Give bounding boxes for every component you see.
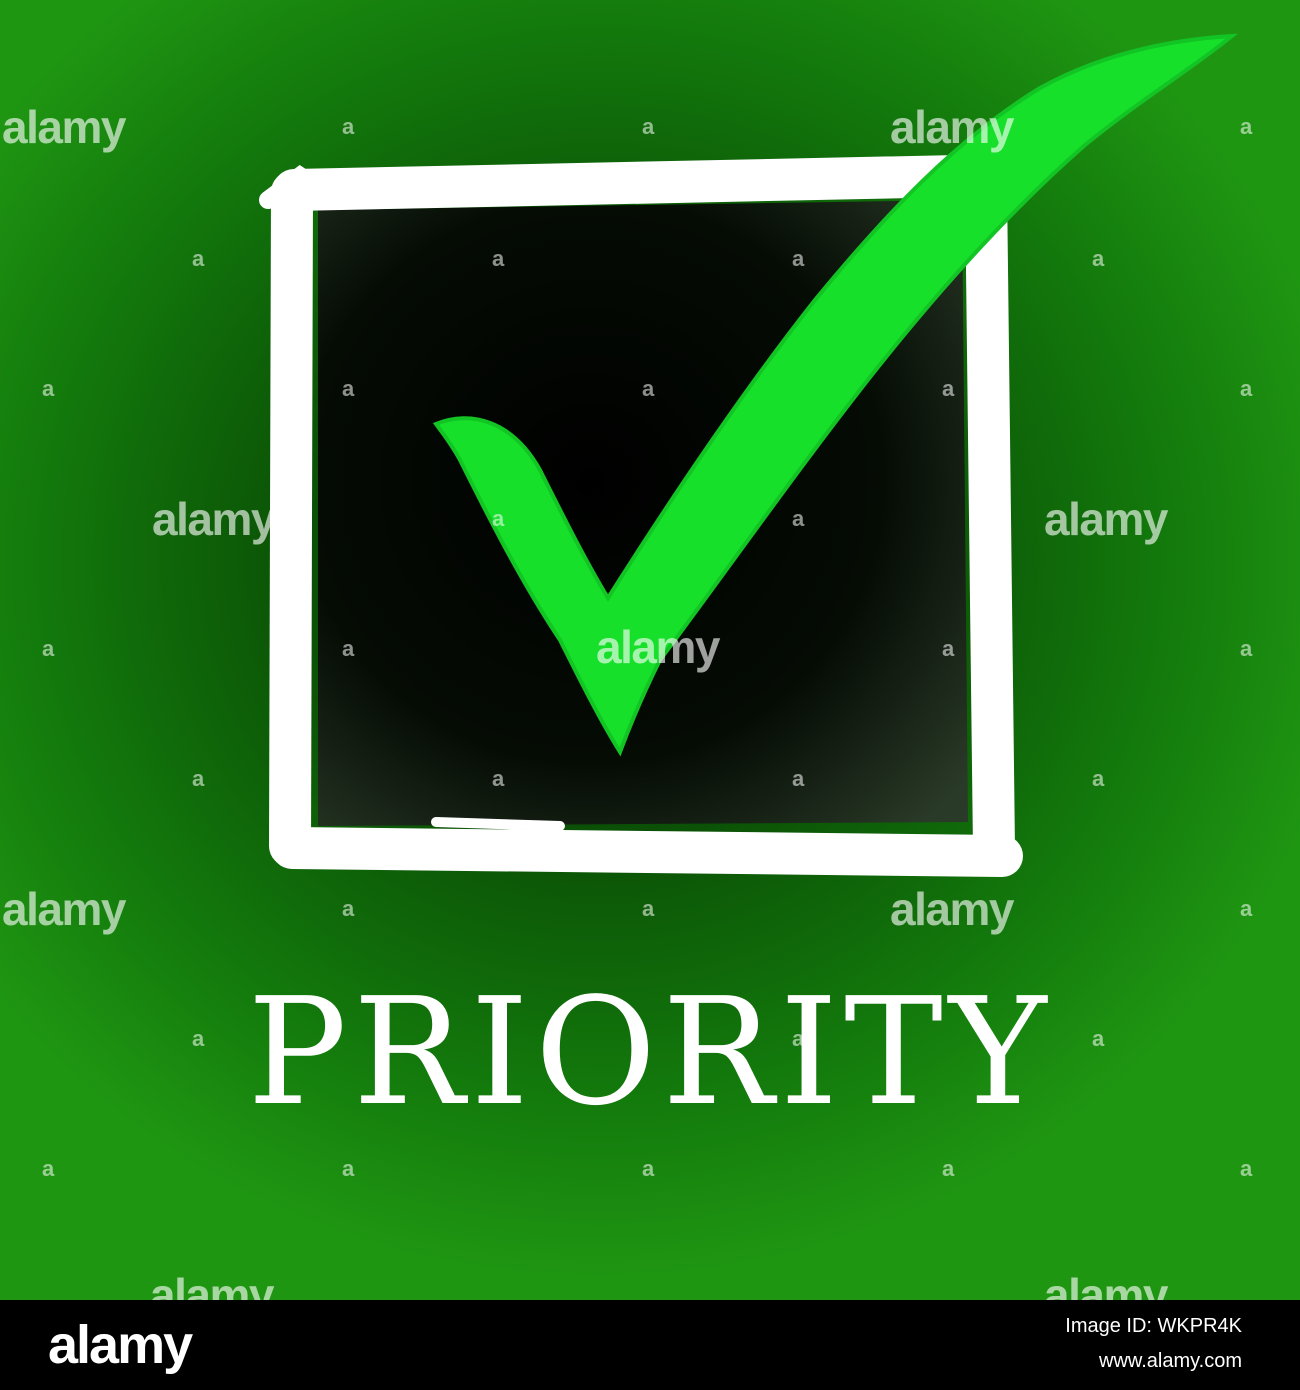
watermark-mark: a [942, 376, 955, 401]
watermark-logo: alamy [2, 883, 126, 935]
watermark-logo: alamy [890, 101, 1014, 153]
watermark-mark: a [42, 1156, 55, 1181]
watermark-mark: a [1092, 246, 1105, 271]
watermark-mark: a [192, 246, 205, 271]
checkbox-tail-stroke [431, 817, 565, 831]
watermark-mark: a [192, 766, 205, 791]
watermark-mark: a [642, 376, 655, 401]
watermark-logo: alamy [150, 1269, 274, 1300]
footer-bar: alamy Image ID: WKPR4K www.alamy.com [0, 1300, 1300, 1390]
alamy-logo: alamy [48, 1315, 193, 1375]
watermark-mark: a [792, 246, 805, 271]
image-canvas: alamy alamy alamy alamy alamy alamy alam… [0, 0, 1300, 1300]
watermark-logo: alamy [152, 493, 276, 545]
watermark-mark: a [1240, 376, 1253, 401]
watermark-mark: a [492, 246, 505, 271]
watermark-logo: alamy [1044, 1269, 1168, 1300]
watermark-logo: alamy [596, 621, 720, 673]
watermark-mark: a [492, 506, 505, 531]
watermark-mark: a [642, 896, 655, 921]
watermark-mark: a [492, 766, 505, 791]
site-url: www.alamy.com [1099, 1350, 1242, 1372]
watermark-mark: a [42, 376, 55, 401]
watermark-mark: a [342, 114, 355, 139]
watermark-mark: a [1240, 636, 1253, 661]
watermark-mark: a [792, 506, 805, 531]
watermark-mark: a [1240, 896, 1253, 921]
main-word-priority: PRIORITY [247, 966, 1053, 1138]
watermark-logo: alamy [2, 101, 126, 153]
watermark-mark: a [642, 114, 655, 139]
watermark-mark: a [1240, 1156, 1253, 1181]
watermark-logo: alamy [1044, 493, 1168, 545]
image-id-label: Image ID: WKPR4K [1065, 1315, 1242, 1337]
watermark-mark: a [342, 636, 355, 661]
watermark-mark: a [342, 1156, 355, 1181]
watermark-mark: a [342, 376, 355, 401]
watermark-mark: a [942, 1156, 955, 1181]
watermark-mark: a [942, 636, 955, 661]
watermark-logo: alamy [890, 883, 1014, 935]
watermark-mark: a [42, 636, 55, 661]
watermark-mark: a [342, 896, 355, 921]
watermark-mark: a [1240, 114, 1253, 139]
watermark-mark: a [792, 766, 805, 791]
watermark-mark: a [642, 1156, 655, 1181]
watermark-mark: a [1092, 766, 1105, 791]
